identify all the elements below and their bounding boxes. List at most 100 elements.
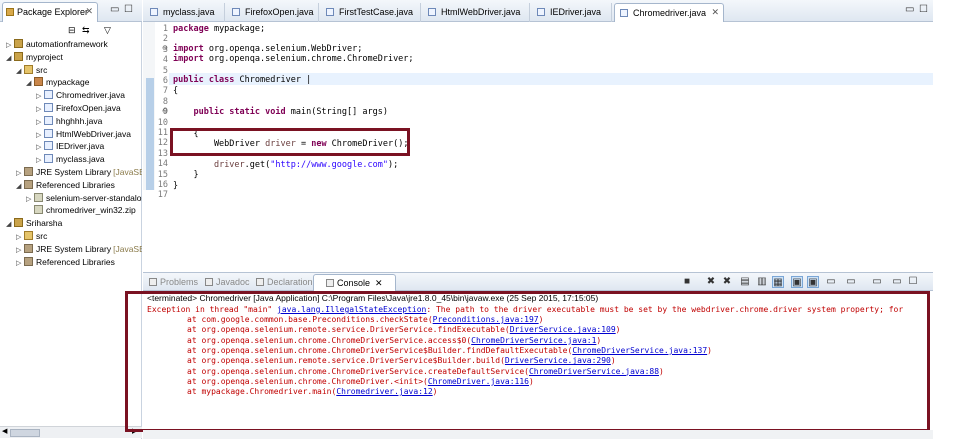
tree-item[interactable]: ▷ JRE System Library[JavaSE-1.8] bbox=[16, 166, 142, 178]
tree-item-label: JRE System Library bbox=[36, 167, 112, 177]
remove-launch-icon[interactable]: ✖ bbox=[705, 276, 717, 288]
view-menu-icon[interactable]: ▽ bbox=[104, 25, 111, 36]
expanded-arrow-icon[interactable]: ◢ bbox=[16, 66, 24, 76]
tab-console[interactable]: Console ✕ bbox=[313, 274, 396, 292]
collapsed-arrow-icon[interactable]: ▷ bbox=[16, 168, 24, 178]
word-wrap-icon[interactable]: ▦ bbox=[772, 276, 784, 288]
tree-item[interactable]: ▷ myclass.java bbox=[36, 153, 142, 165]
display-selected-icon[interactable]: ▭ bbox=[871, 276, 883, 288]
collapsed-arrow-icon[interactable]: ▷ bbox=[6, 40, 14, 50]
tree-item[interactable]: ▷ Chromedriver.java bbox=[36, 89, 142, 101]
new-console-icon[interactable]: ▭ bbox=[845, 276, 857, 288]
scroll-left-icon[interactable]: ◀ bbox=[2, 427, 7, 435]
tree-item[interactable]: ◢ Sriharsha bbox=[6, 217, 142, 229]
collapsed-arrow-icon[interactable]: ▷ bbox=[36, 104, 44, 114]
jar-icon bbox=[34, 192, 43, 202]
console-scrollbar[interactable] bbox=[143, 430, 933, 439]
line-number: 16 bbox=[157, 180, 168, 190]
close-icon[interactable]: ✕ bbox=[85, 6, 93, 17]
editor-tab[interactable]: myclass.java bbox=[145, 3, 225, 22]
tab-javadoc[interactable]: Javadoc bbox=[205, 277, 250, 287]
close-icon[interactable]: ✕ bbox=[711, 7, 719, 18]
tree-item[interactable]: ◢ myproject bbox=[6, 51, 142, 63]
tree-item[interactable]: ▷ automationframework bbox=[6, 38, 142, 50]
maximize-icon[interactable]: ☐ bbox=[124, 4, 133, 15]
problems-icon bbox=[149, 278, 157, 286]
tree-item[interactable]: ▷ JRE System Library[JavaSE-1.8] bbox=[16, 243, 142, 255]
minimize-icon[interactable]: ▭ bbox=[891, 276, 903, 288]
open-console-icon[interactable]: ▭ bbox=[825, 276, 837, 288]
fold-icon[interactable]: ⊖ bbox=[162, 107, 168, 115]
line-number: 17 bbox=[157, 190, 168, 201]
package-explorer-tab[interactable]: Package Explorer ✕ bbox=[2, 2, 98, 22]
minimize-icon[interactable]: ▭ bbox=[905, 4, 914, 15]
code-line-1: package mypackage; bbox=[173, 24, 266, 34]
code-line-16: } bbox=[173, 181, 179, 191]
java-file-icon bbox=[150, 8, 158, 16]
tree-item[interactable]: ▷ selenium-server-standalone bbox=[26, 192, 142, 204]
expanded-arrow-icon[interactable]: ◢ bbox=[26, 78, 34, 88]
tree-item[interactable]: chromedriver_win32.zip bbox=[26, 204, 142, 216]
remove-all-icon[interactable]: ✖ bbox=[721, 276, 733, 288]
close-icon[interactable]: ✕ bbox=[375, 278, 383, 288]
tree-item[interactable]: ◢ mypackage bbox=[26, 76, 142, 88]
clear-console-icon[interactable]: ▤ bbox=[739, 276, 751, 288]
editor-tab[interactable]: FirstTestCase.java bbox=[321, 3, 421, 22]
link-editor-icon[interactable]: ⇆ bbox=[82, 25, 90, 36]
collapsed-arrow-icon[interactable]: ▷ bbox=[16, 232, 24, 242]
editor-tab[interactable]: IEDriver.java bbox=[532, 3, 612, 22]
editor-tab[interactable]: HtmlWebDriver.java bbox=[423, 3, 530, 22]
scrollbar-thumb[interactable] bbox=[10, 429, 40, 437]
tree-item-label: Referenced Libraries bbox=[36, 179, 115, 190]
java-file-icon bbox=[428, 8, 436, 16]
code-line-7: { bbox=[173, 86, 179, 96]
fold-icon[interactable]: ⊖ bbox=[162, 44, 168, 52]
tree-item-label: Sriharsha bbox=[26, 218, 63, 229]
minimize-icon[interactable]: ▭ bbox=[110, 4, 119, 15]
collapsed-arrow-icon[interactable]: ▷ bbox=[36, 117, 44, 127]
expanded-arrow-icon[interactable]: ◢ bbox=[16, 181, 24, 191]
tree-item-label: src bbox=[36, 64, 48, 75]
terminate-icon[interactable]: ■ bbox=[681, 276, 693, 288]
code-line-14: driver.get("http://www.google.com"); bbox=[213, 160, 399, 170]
source-folder-icon bbox=[24, 231, 33, 240]
editor-tab[interactable]: FirefoxOpen.java bbox=[227, 3, 319, 22]
pin-console-icon[interactable]: ▣ bbox=[791, 276, 803, 288]
scroll-lock-icon[interactable]: ▥ bbox=[756, 276, 768, 288]
editor-tab[interactable]: Chromedriver.java ✕ bbox=[614, 3, 724, 22]
tree-item[interactable]: ▷ Referenced Libraries bbox=[16, 256, 142, 268]
package-explorer-title: Package Explorer bbox=[17, 7, 89, 17]
tree-item[interactable]: ◢ Referenced Libraries bbox=[16, 179, 142, 191]
collapsed-arrow-icon[interactable]: ▷ bbox=[36, 142, 44, 152]
editor-tab-label: FirstTestCase.java bbox=[339, 7, 414, 17]
tree-item-label: automationframework bbox=[26, 39, 108, 49]
tree-item[interactable]: ▷ hhghhh.java bbox=[36, 115, 142, 127]
horizontal-scrollbar[interactable]: ◀ ▶ bbox=[0, 426, 142, 438]
tree-item[interactable]: ▷ IEDriver.java bbox=[36, 140, 142, 152]
collapsed-arrow-icon[interactable]: ▷ bbox=[36, 155, 44, 165]
collapsed-arrow-icon[interactable]: ▷ bbox=[26, 194, 34, 204]
collapsed-arrow-icon[interactable]: ▷ bbox=[36, 91, 44, 101]
tree-item[interactable]: ◢ src bbox=[16, 64, 142, 76]
tree-item[interactable]: ▷ src bbox=[16, 230, 142, 242]
collapsed-arrow-icon[interactable]: ▷ bbox=[16, 258, 24, 268]
collapsed-arrow-icon[interactable]: ▷ bbox=[36, 130, 44, 140]
tree-item-label: JRE System Library bbox=[36, 243, 112, 254]
line-number: 5 bbox=[162, 65, 168, 76]
expanded-arrow-icon[interactable]: ◢ bbox=[6, 219, 14, 229]
tab-declaration[interactable]: Declaration bbox=[256, 277, 313, 287]
tree-item-label: hhghhh.java bbox=[56, 115, 103, 126]
library-icon bbox=[24, 243, 33, 253]
expanded-arrow-icon[interactable]: ◢ bbox=[6, 53, 14, 63]
maximize-icon[interactable]: ☐ bbox=[919, 4, 928, 15]
tree-item[interactable]: ▷ FirefoxOpen.java bbox=[36, 102, 142, 114]
collapse-all-icon[interactable]: ⊟ bbox=[68, 25, 76, 36]
tree-item-label: IEDriver.java bbox=[56, 141, 105, 152]
tab-problems[interactable]: Problems bbox=[149, 277, 198, 287]
highlight-annotation-box bbox=[170, 128, 410, 156]
tree-item[interactable]: ▷ HtmlWebDriver.java bbox=[36, 128, 142, 140]
collapsed-arrow-icon[interactable]: ▷ bbox=[16, 245, 24, 255]
code-line-15: } bbox=[173, 170, 199, 180]
display-console-icon[interactable]: ▣ bbox=[807, 276, 819, 288]
maximize-icon[interactable]: ☐ bbox=[907, 276, 919, 288]
